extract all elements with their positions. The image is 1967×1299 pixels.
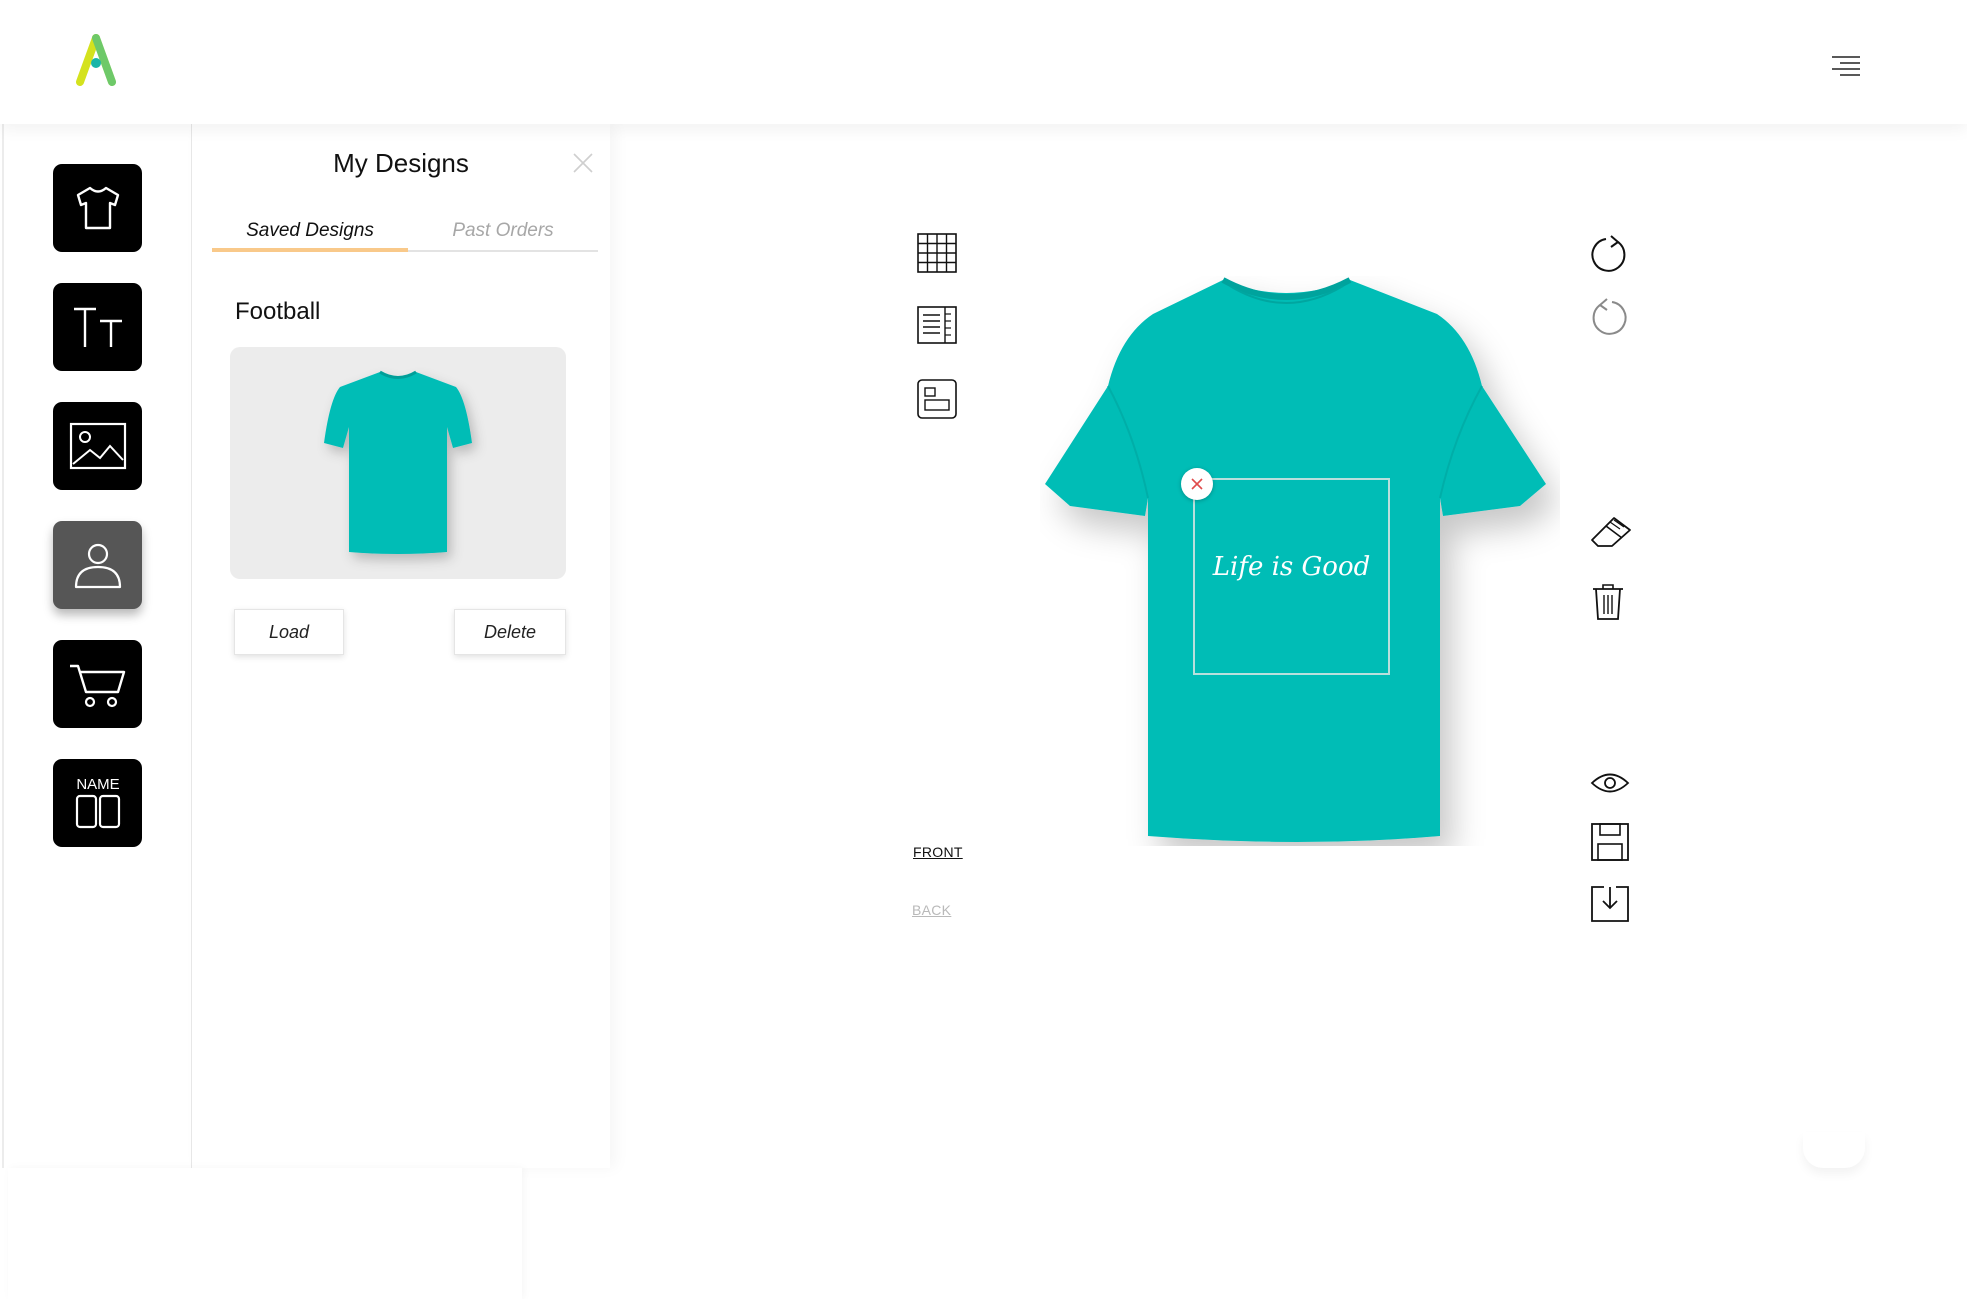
names-numbers-tool-button[interactable]: NAME [53, 759, 142, 847]
layout-icon[interactable] [916, 378, 958, 420]
products-tool-button[interactable] [53, 164, 142, 252]
remove-element-button[interactable] [1181, 468, 1213, 500]
redo-icon[interactable] [1588, 233, 1630, 275]
front-view-link[interactable]: FRONT [913, 844, 963, 860]
print-area[interactable]: Life is Good [1193, 478, 1390, 675]
my-designs-panel: My Designs Saved Designs Past Orders Foo… [192, 124, 610, 1168]
eraser-icon[interactable] [1588, 512, 1634, 550]
tshirt-icon [76, 186, 119, 230]
back-view-link[interactable]: BACK [912, 902, 951, 918]
user-icon [74, 543, 121, 589]
cart-icon [69, 664, 125, 708]
close-icon[interactable] [570, 150, 596, 176]
preview-eye-icon[interactable] [1590, 770, 1630, 796]
undo-icon[interactable] [1588, 296, 1630, 338]
floating-action-tab [1803, 1132, 1865, 1168]
tab-saved-designs[interactable]: Saved Designs [212, 220, 408, 252]
hamburger-menu-icon[interactable] [1830, 54, 1862, 78]
text-tt-icon [73, 307, 122, 347]
grid-icon[interactable] [916, 232, 958, 274]
text-tool-button[interactable] [53, 283, 142, 371]
download-icon[interactable] [1590, 884, 1630, 924]
trash-icon[interactable] [1590, 582, 1626, 622]
footer-area [8, 1168, 522, 1299]
design-thumbnail[interactable] [230, 347, 566, 579]
name-label: NAME [76, 776, 119, 793]
tool-rail: NAME [2, 124, 192, 1168]
panel-title: My Designs [333, 148, 469, 178]
design-title: Football [235, 298, 321, 325]
rulers-icon[interactable] [916, 305, 958, 345]
save-icon[interactable] [1590, 822, 1630, 862]
app-header [0, 0, 1967, 124]
cart-tool-button[interactable] [53, 640, 142, 728]
app-logo[interactable] [74, 34, 118, 86]
load-button[interactable]: Load [234, 609, 344, 655]
print-text[interactable]: Life is Good [1195, 552, 1388, 582]
design-tabs: Saved Designs Past Orders [212, 220, 598, 252]
tshirt-thumbnail-image [324, 370, 472, 554]
close-x-icon [1191, 478, 1203, 490]
name-number-icon: NAME [75, 776, 120, 829]
my-designs-tool-button[interactable] [53, 521, 142, 609]
delete-button[interactable]: Delete [454, 609, 566, 655]
image-icon [69, 422, 126, 470]
tab-past-orders[interactable]: Past Orders [408, 220, 598, 252]
images-tool-button[interactable] [53, 402, 142, 490]
